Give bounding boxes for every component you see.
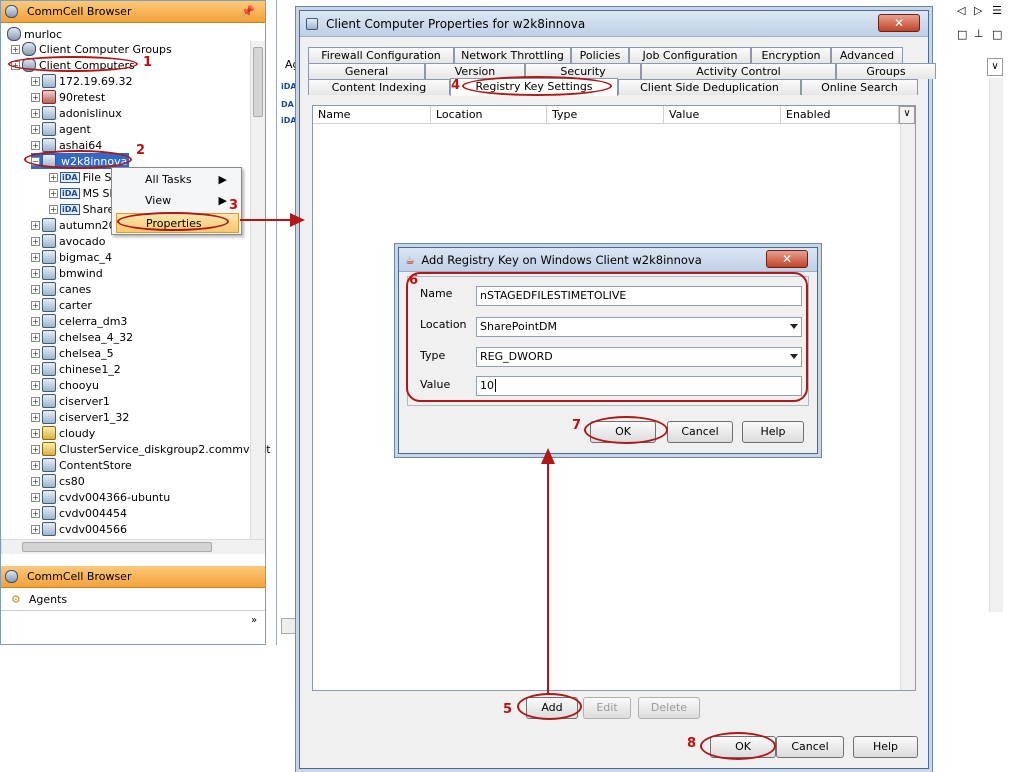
- callout-number: 1: [143, 55, 153, 70]
- callout-ring: [700, 732, 776, 760]
- callout-number: 8: [687, 736, 697, 751]
- callout-number: 7: [572, 418, 582, 433]
- callout-ring: [517, 693, 582, 720]
- callout-ring: [406, 272, 808, 402]
- callout-ring: [462, 76, 612, 96]
- callout-number: 4: [451, 78, 461, 93]
- callout-ring: [24, 150, 132, 169]
- callout-number: 6: [409, 273, 419, 288]
- callout-number: 3: [229, 198, 239, 213]
- callout-ring: [8, 56, 138, 72]
- callout-number: 5: [503, 702, 513, 717]
- callout-ring: [584, 416, 668, 444]
- callout-number: 2: [136, 143, 146, 158]
- callout-ring: [117, 212, 229, 231]
